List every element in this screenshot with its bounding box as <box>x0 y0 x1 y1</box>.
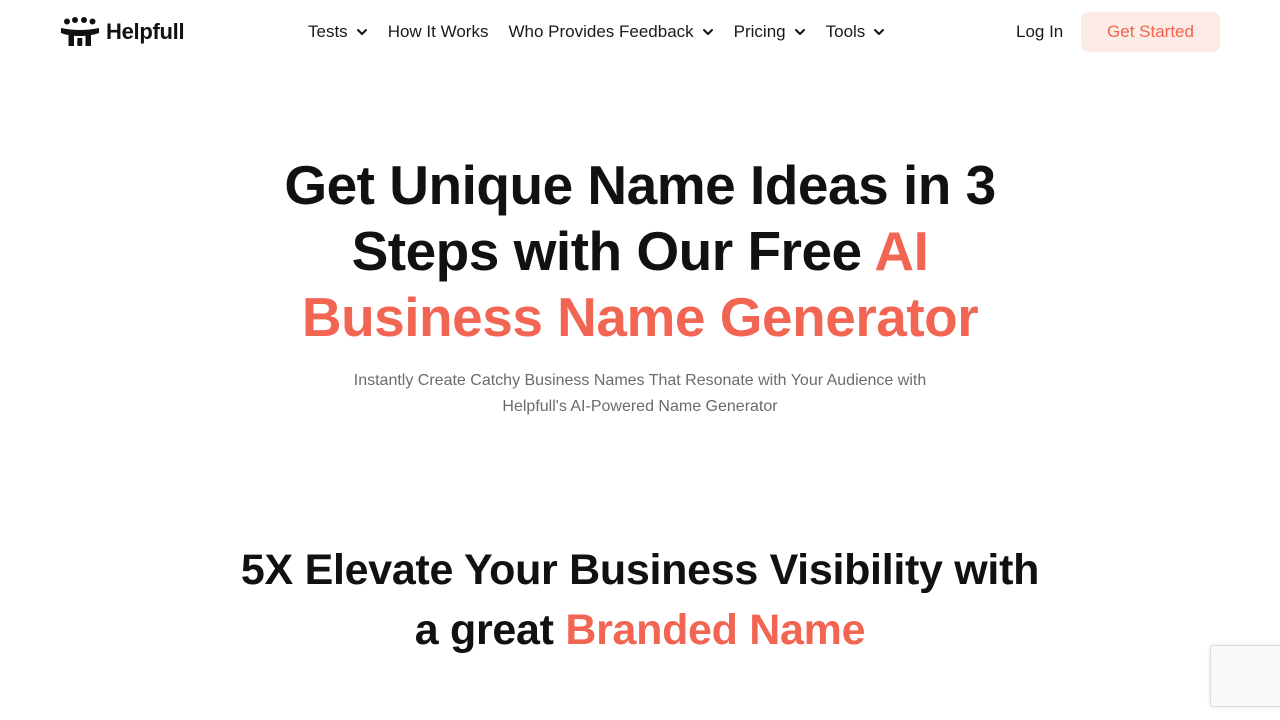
main-nav: Tests How It Works Who Provides Feedback… <box>308 20 885 44</box>
get-started-button[interactable]: Get Started <box>1081 12 1220 52</box>
nav-item-label: Tests <box>308 22 348 41</box>
nav-item-label: Who Provides Feedback <box>508 22 694 41</box>
chevron-down-icon <box>874 29 885 35</box>
login-link[interactable]: Log In <box>1016 20 1063 44</box>
nav-item-label: Pricing <box>733 22 786 41</box>
helpfull-logo[interactable]: Helpfull <box>60 16 185 48</box>
nav-item-how-it-works[interactable]: How It Works <box>388 22 489 42</box>
hero-title: Get Unique Name Ideas in 3 Steps with Ou… <box>240 152 1040 350</box>
nav-item-who-provides-feedback[interactable]: Who Provides Feedback <box>508 22 713 42</box>
nav-item-tools[interactable]: Tools <box>826 22 886 42</box>
nav-item-label: Tools <box>825 22 866 41</box>
site-header: Helpfull Tests How It Works Who Provides… <box>0 0 1280 64</box>
chevron-down-icon <box>702 29 713 35</box>
hero-subtitle: Instantly Create Catchy Business Names T… <box>353 372 927 415</box>
section-title: 5X Elevate Your Business Visibility with… <box>240 540 1040 660</box>
logo-text: Helpfull <box>106 19 185 44</box>
chevron-down-icon <box>794 29 805 35</box>
section-title-highlight: Branded Name <box>565 606 866 654</box>
chevron-down-icon <box>356 29 367 35</box>
nav-item-tests[interactable]: Tests <box>308 22 368 42</box>
nav-item-pricing[interactable]: Pricing <box>734 22 806 42</box>
helpfull-logo-icon <box>61 17 99 46</box>
nav-item-label: How It Works <box>387 22 489 41</box>
recaptcha-badge[interactable] <box>1210 645 1280 707</box>
